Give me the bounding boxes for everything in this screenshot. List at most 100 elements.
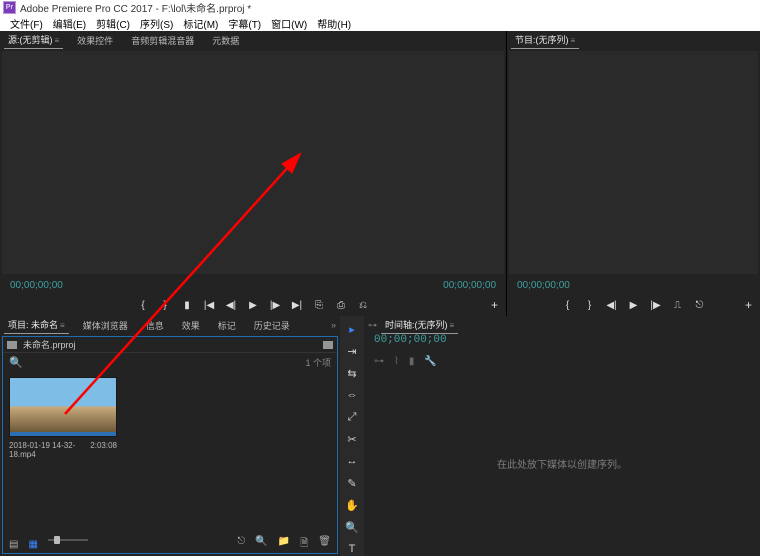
zoom-slider[interactable] <box>48 539 88 541</box>
menu-help[interactable]: 帮助(H) <box>313 15 355 31</box>
extract-icon[interactable]: ⎋ <box>694 299 706 311</box>
mark-out-icon[interactable]: } <box>159 299 171 311</box>
auto-sequence-icon[interactable]: ⎋ <box>237 536 245 553</box>
bin-icon[interactable] <box>323 341 333 349</box>
play-icon[interactable]: ▶ <box>247 299 259 311</box>
menu-sequence[interactable]: 序列(S) <box>136 15 177 31</box>
source-transport: { } ▮ |◀ ◀| ▶ |▶ ▶| ⎘ ⎙ ⎌ + <box>0 294 506 316</box>
mark-out-icon[interactable]: } <box>584 299 596 311</box>
project-footer: ▤ ▦ ⎋ 🔍 📁 🗎 🗑 <box>3 535 337 553</box>
hand-tool-icon[interactable]: ✋ <box>345 498 359 512</box>
icon-view-icon[interactable]: ▦ <box>28 539 37 550</box>
clip-duration: 2:03:08 <box>90 441 117 459</box>
tab-audio-mixer[interactable]: 音频剪辑混音器 <box>127 32 198 49</box>
tab-effects[interactable]: 效果 <box>178 317 204 334</box>
close-icon[interactable]: ≡ <box>60 321 65 330</box>
tab-timeline[interactable]: 时间轴:(无序列)≡ <box>381 316 458 334</box>
lift-icon[interactable]: ⎍ <box>672 299 684 311</box>
export-frame-icon[interactable]: ⎌ <box>357 299 369 311</box>
item-count: 1 个项 <box>305 356 331 369</box>
timeline-hint: 在此处放下媒体以创建序列。 <box>497 456 627 471</box>
menu-marker[interactable]: 标记(M) <box>179 15 222 31</box>
list-view-icon[interactable]: ▤ <box>9 539 18 550</box>
close-icon[interactable]: ≡ <box>55 36 60 45</box>
clip-thumbnail[interactable] <box>9 377 117 437</box>
insert-icon[interactable]: ⎘ <box>313 299 325 311</box>
ripple-tool-icon[interactable]: ⇆ <box>345 366 359 380</box>
track-select-tool-icon[interactable]: ⇥ <box>345 344 359 358</box>
tab-history[interactable]: 历史记录 <box>250 317 294 334</box>
close-icon[interactable]: ≡ <box>571 36 576 45</box>
program-panel: 节目:(无序列)≡ 00;00;00;00 { } ◀| ▶ |▶ ⎍ ⎋ + <box>507 31 760 316</box>
workspace: 源:(无剪辑)≡ 效果控件 音频剪辑混音器 元数据 00;00;00;00 00… <box>0 31 760 556</box>
new-item-icon[interactable]: 🗎 <box>300 536 308 553</box>
type-tool-icon[interactable]: T <box>345 542 359 556</box>
slip-tool-icon[interactable]: ↔ <box>345 454 359 468</box>
go-in-icon[interactable]: |◀ <box>203 299 215 311</box>
menu-window[interactable]: 窗口(W) <box>267 15 311 31</box>
project-panel: 项目: 未命名≡ 媒体浏览器 信息 效果 标记 历史记录 » 未命名.prpro… <box>0 316 340 556</box>
timeline-tools: ⊶ ⌇ ▮ 🔧 <box>364 352 760 370</box>
tool-palette: ▸ ⇥ ⇆ ⇔ ⤢ ✂ ↔ ✎ ✋ 🔍 T <box>340 316 364 556</box>
source-tc-right: 00;00;00;00 <box>443 280 496 291</box>
source-monitor[interactable] <box>2 51 504 274</box>
menu-bar: 文件(F) 编辑(E) 剪辑(C) 序列(S) 标记(M) 字幕(T) 窗口(W… <box>0 15 760 31</box>
menu-file[interactable]: 文件(F) <box>6 15 47 31</box>
add-button-icon[interactable]: + <box>745 298 752 312</box>
source-tc-left[interactable]: 00;00;00;00 <box>10 280 63 291</box>
link-icon[interactable]: ⌇ <box>394 356 399 367</box>
step-back-icon[interactable]: ◀| <box>606 299 618 311</box>
find-icon[interactable]: 🔍 <box>255 536 267 553</box>
mark-in-icon[interactable]: { <box>562 299 574 311</box>
delete-icon[interactable]: 🗑 <box>318 536 331 553</box>
rate-tool-icon[interactable]: ⤢ <box>345 410 359 424</box>
menu-title[interactable]: 字幕(T) <box>224 15 265 31</box>
app-title: Adobe Premiere Pro CC 2017 - F:\lol\未命名.… <box>20 0 251 15</box>
tab-project[interactable]: 项目: 未命名≡ <box>4 316 69 334</box>
tab-info[interactable]: 信息 <box>142 317 168 334</box>
snap-icon[interactable]: ⊶ <box>368 320 377 331</box>
timeline-tc[interactable]: 00;00;00;00 <box>364 334 760 352</box>
tab-program[interactable]: 节目:(无序列)≡ <box>511 31 579 49</box>
rolling-tool-icon[interactable]: ⇔ <box>345 388 359 402</box>
close-icon[interactable]: ≡ <box>450 321 455 330</box>
tab-effect-controls[interactable]: 效果控件 <box>73 32 117 49</box>
source-tabs: 源:(无剪辑)≡ 效果控件 音频剪辑混音器 元数据 <box>0 31 506 49</box>
program-transport: { } ◀| ▶ |▶ ⎍ ⎋ + <box>507 294 760 316</box>
tab-source[interactable]: 源:(无剪辑)≡ <box>4 31 63 49</box>
timeline-drop-area[interactable]: 在此处放下媒体以创建序列。 <box>364 370 760 556</box>
timeline-panel: ⊶ 时间轴:(无序列)≡ 00;00;00;00 ⊶ ⌇ ▮ 🔧 在此处放下媒体… <box>364 316 760 556</box>
clip-grid[interactable]: 2018-01-19 14-32-18.mp4 2:03:08 <box>3 371 337 535</box>
tab-media-browser[interactable]: 媒体浏览器 <box>79 317 132 334</box>
step-back-icon[interactable]: ◀| <box>225 299 237 311</box>
tab-metadata[interactable]: 元数据 <box>208 32 243 49</box>
go-out-icon[interactable]: ▶| <box>291 299 303 311</box>
program-tc-left[interactable]: 00;00;00;00 <box>517 280 570 291</box>
play-icon[interactable]: ▶ <box>628 299 640 311</box>
step-fwd-icon[interactable]: |▶ <box>650 299 662 311</box>
project-breadcrumb[interactable]: 未命名.prproj <box>3 337 337 353</box>
add-button-icon[interactable]: + <box>491 298 498 312</box>
search-icon[interactable]: 🔍 <box>9 356 23 369</box>
snap-icon[interactable]: ⊶ <box>374 356 384 367</box>
marker-icon[interactable]: ▮ <box>409 356 415 367</box>
panel-menu-icon[interactable]: » <box>331 320 336 330</box>
clip-filename: 2018-01-19 14-32-18.mp4 <box>9 441 90 459</box>
clip-item[interactable]: 2018-01-19 14-32-18.mp4 2:03:08 <box>9 377 117 459</box>
marker-icon[interactable]: ▮ <box>181 299 193 311</box>
title-bar: Pr Adobe Premiere Pro CC 2017 - F:\lol\未… <box>0 0 760 15</box>
zoom-tool-icon[interactable]: 🔍 <box>345 520 359 534</box>
pen-tool-icon[interactable]: ✎ <box>345 476 359 490</box>
new-bin-icon[interactable]: 📁 <box>278 536 290 553</box>
step-fwd-icon[interactable]: |▶ <box>269 299 281 311</box>
program-monitor[interactable] <box>509 51 758 274</box>
mark-in-icon[interactable]: { <box>137 299 149 311</box>
tab-markers[interactable]: 标记 <box>214 317 240 334</box>
razor-tool-icon[interactable]: ✂ <box>345 432 359 446</box>
menu-clip[interactable]: 剪辑(C) <box>92 15 134 31</box>
menu-edit[interactable]: 编辑(E) <box>49 15 90 31</box>
settings-icon[interactable]: 🔧 <box>424 356 436 367</box>
overwrite-icon[interactable]: ⎙ <box>335 299 347 311</box>
selection-tool-icon[interactable]: ▸ <box>345 322 359 336</box>
bin-icon <box>7 341 17 349</box>
